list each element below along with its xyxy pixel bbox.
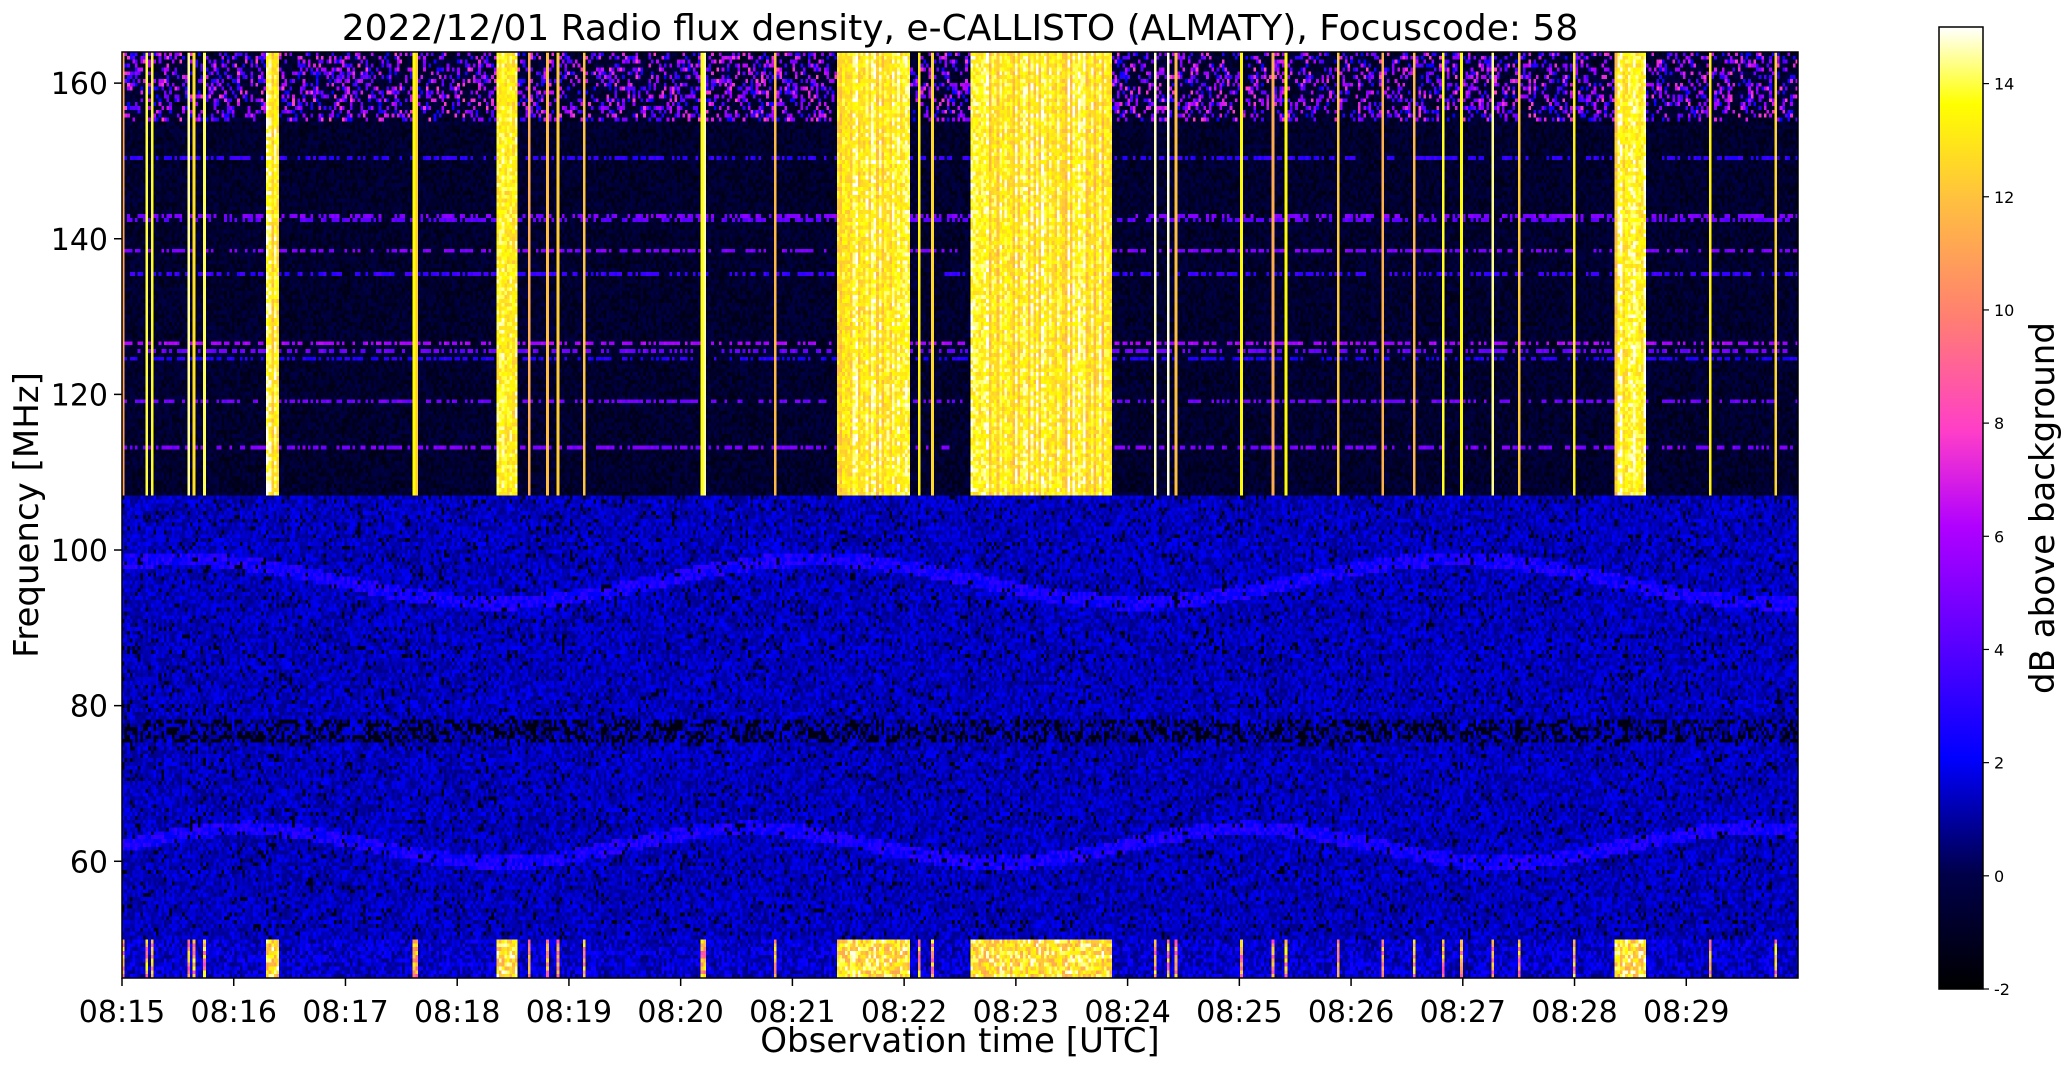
x-tick-label: 08:27 [1420,995,1506,1030]
colorbar-tick-label: -2 [1994,980,2010,999]
colorbar-tick-label: 8 [1994,414,2004,433]
y-tick-label: 80 [70,690,108,725]
x-tick-label: 08:26 [1308,995,1394,1030]
x-tick-label: 08:17 [302,995,388,1030]
x-tick-label: 08:15 [79,995,165,1030]
x-tick-label: 08:16 [190,995,276,1030]
colorbar-tick-label: 0 [1994,867,2004,886]
x-tick-label: 08:29 [1643,995,1729,1030]
x-tick-label: 08:28 [1531,995,1617,1030]
spectrogram-image [122,52,1798,978]
colorbar-label: dB above background [2023,322,2063,694]
colorbar-tick-label: 14 [1994,75,2014,94]
colorbar-tick-label: 10 [1994,301,2014,320]
y-tick-label: 120 [51,378,108,413]
x-tick-label: 08:18 [414,995,500,1030]
spectrogram-figure: 2022/12/01 Radio flux density, e-CALLIST… [7,8,2063,1061]
y-tick-label: 100 [51,534,108,569]
y-axis-ticks: 60 80 100 120 140 160 [51,67,122,880]
colorbar-ticks: -2 0 2 4 6 8 10 12 14 [1983,75,2014,999]
y-tick-label: 160 [51,67,108,102]
colorbar [1938,26,1984,990]
x-axis-label: Observation time [UTC] [760,1021,1159,1061]
y-tick-label: 140 [51,223,108,258]
heatmap-area [122,52,1798,978]
x-tick-label: 08:25 [1196,995,1282,1030]
x-tick-label: 08:19 [526,995,612,1030]
y-axis-label: Frequency [MHz] [7,372,47,658]
colorbar-tick-label: 4 [1994,640,2004,659]
colorbar-tick-label: 12 [1994,188,2014,207]
colorbar-tick-label: 6 [1994,527,2004,546]
chart-title: 2022/12/01 Radio flux density, e-CALLIST… [342,8,1578,49]
y-tick-label: 60 [70,845,108,880]
x-tick-label: 08:20 [637,995,723,1030]
colorbar-tick-label: 2 [1994,754,2004,773]
